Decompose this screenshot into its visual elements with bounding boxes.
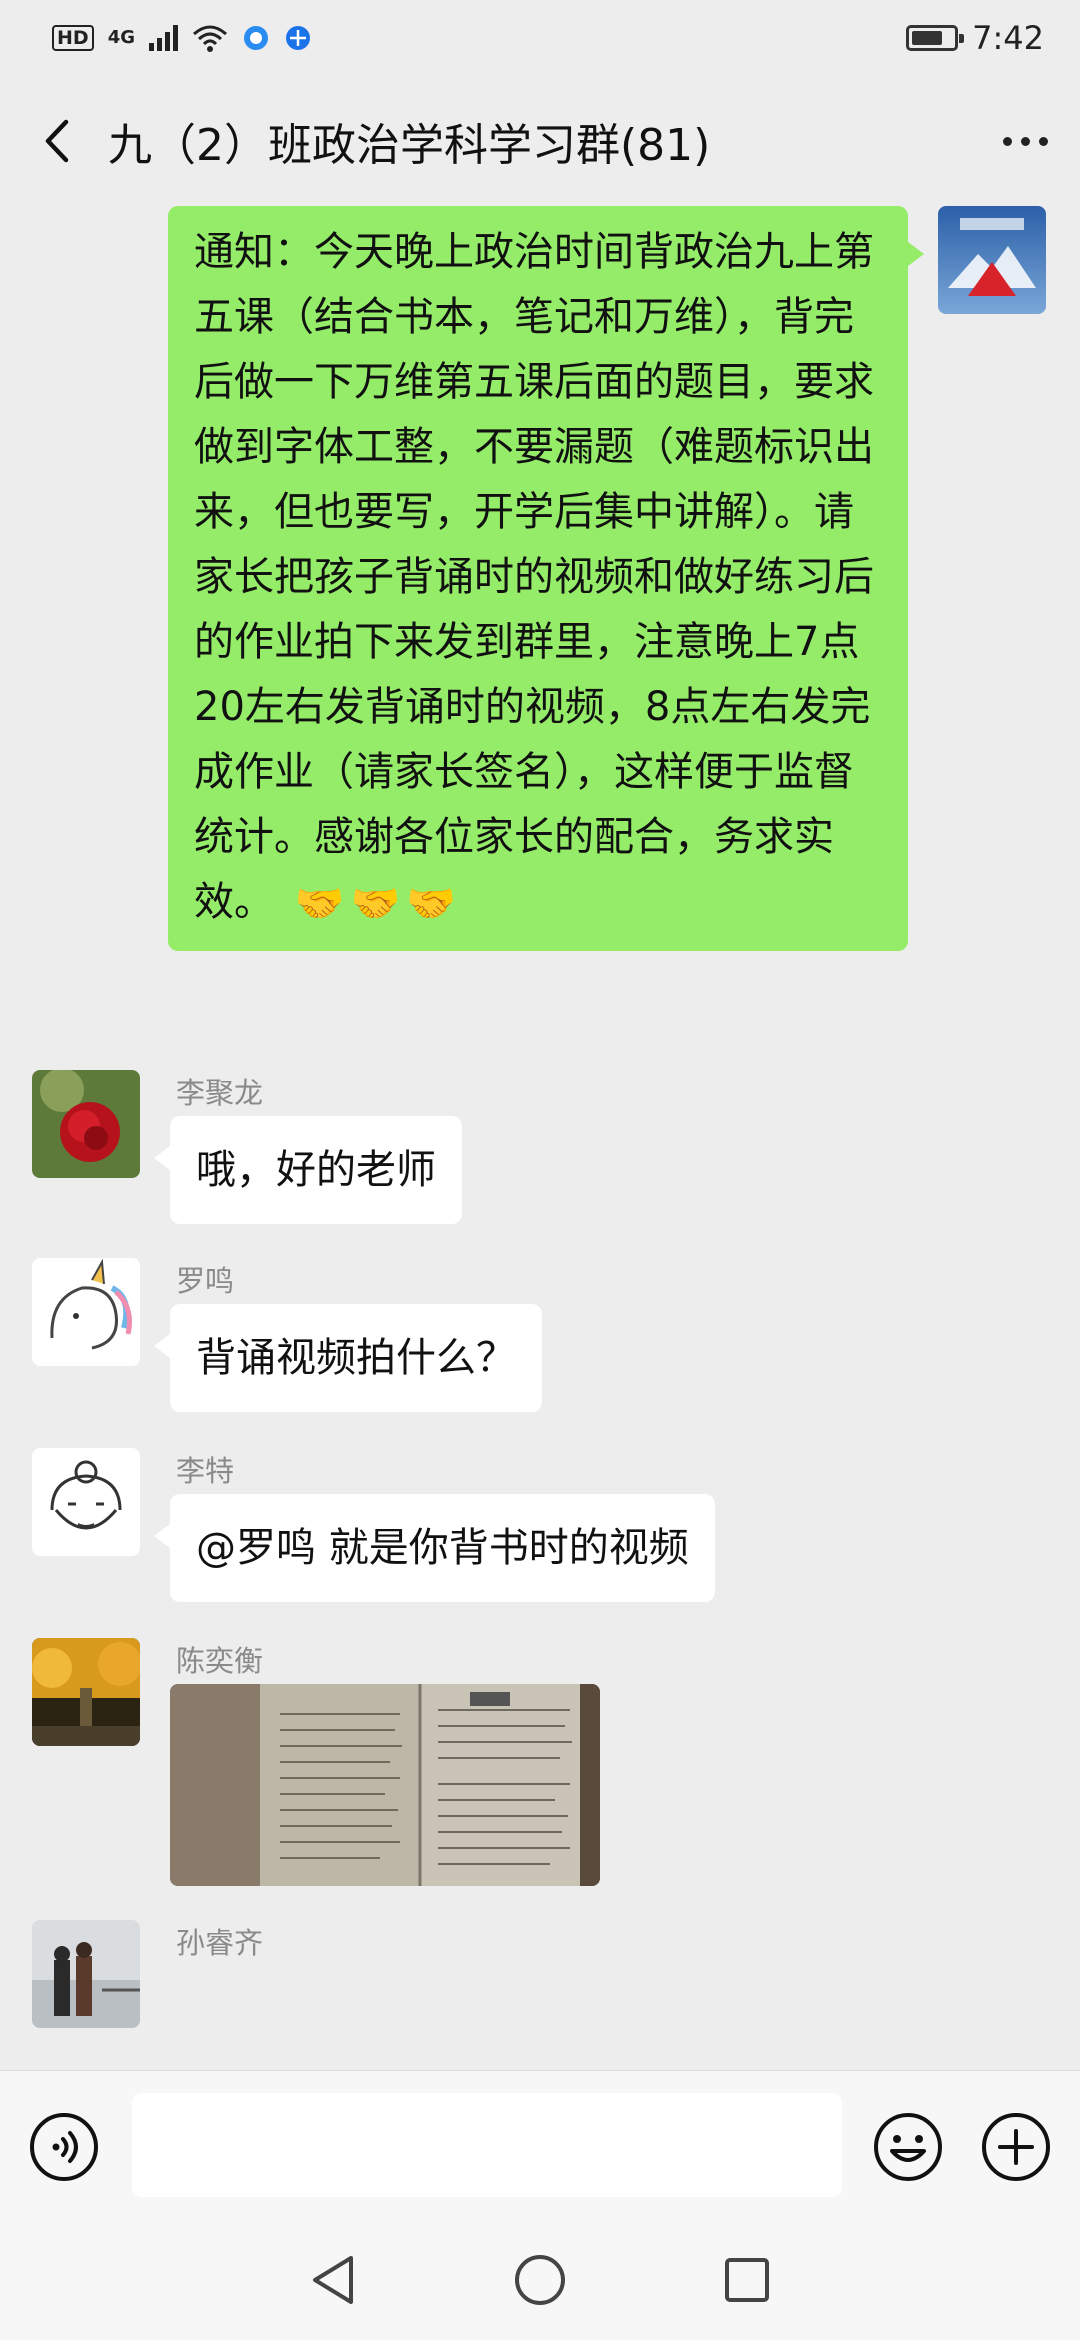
back-button[interactable] <box>8 76 108 206</box>
system-navigation-bar <box>0 2220 1080 2340</box>
avatar-self[interactable] <box>938 206 1046 314</box>
image-message[interactable] <box>170 1684 600 1886</box>
voice-icon <box>30 2113 98 2181</box>
message-text: 背诵视频拍什么？ <box>196 1335 516 1381</box>
plus-icon <box>982 2113 1050 2181</box>
status-left: HD 4G <box>52 24 312 52</box>
handshake-emoji: 🤝 <box>406 880 457 927</box>
system-home-button[interactable] <box>510 2250 570 2310</box>
signal-icon <box>149 25 178 51</box>
handshake-emoji: 🤝 <box>350 880 401 927</box>
emoji-button[interactable] <box>872 2111 944 2183</box>
message-bubble-incoming[interactable]: 哦，好的老师 <box>154 1116 462 1224</box>
app-notification-icon <box>244 26 268 50</box>
system-recent-button[interactable] <box>717 2250 777 2310</box>
message-bubble-incoming[interactable]: 背诵视频拍什么？ <box>154 1304 542 1412</box>
chat-input-bar <box>0 2070 1080 2220</box>
wifi-icon <box>193 25 227 52</box>
handshake-emoji-group: 🤝 🤝 🤝 <box>295 872 456 937</box>
browser-notification-icon <box>286 26 310 50</box>
message-bubble-outgoing[interactable]: 通知：今天晚上政治时间背政治九上第五课（结合书本，笔记和万维），背完后做一下万维… <box>168 206 924 951</box>
chat-header: 九（2）班政治学科学习群(81) <box>0 76 1080 206</box>
clock: 7:42 <box>972 19 1044 57</box>
avatar-sender[interactable] <box>32 1638 140 1746</box>
avatar-sender[interactable] <box>32 1070 140 1178</box>
system-back-button[interactable] <box>303 2250 363 2310</box>
network-indicator: 4G <box>107 27 135 48</box>
sender-name: 李聚龙 <box>176 1076 264 1110</box>
sender-name: 陈奕衡 <box>176 1644 264 1678</box>
avatar-sender[interactable] <box>32 1448 140 1556</box>
more-dots-icon <box>1002 136 1012 146</box>
chat-title: 九（2）班政治学科学习群(81) <box>108 120 711 171</box>
sender-name: 孙睿齐 <box>176 1926 264 1960</box>
avatar-sender[interactable] <box>32 1258 140 1366</box>
message-list[interactable]: 通知：今天晚上政治时间背政治九上第五课（结合书本，笔记和万维），背完后做一下万维… <box>0 206 1080 2070</box>
circle-home-icon <box>514 2255 565 2305</box>
hd-indicator: HD <box>52 25 94 51</box>
message-text: @罗鸣 就是你背书时的视频 <box>196 1525 689 1571</box>
battery-icon <box>906 25 965 51</box>
status-right: 7:42 <box>906 19 1044 57</box>
handshake-emoji: 🤝 <box>294 880 345 927</box>
sender-name: 罗鸣 <box>176 1264 235 1298</box>
message-bubble-incoming[interactable]: @罗鸣 就是你背书时的视频 <box>154 1494 715 1602</box>
voice-button[interactable] <box>28 2111 100 2183</box>
emoji-icon <box>874 2113 942 2181</box>
message-text: 通知：今天晚上政治时间背政治九上第五课（结合书本，笔记和万维），背完后做一下万维… <box>194 229 874 925</box>
chevron-left-icon <box>45 119 69 163</box>
square-recent-icon <box>724 2258 769 2302</box>
triangle-back-icon <box>313 2256 354 2304</box>
sender-name: 李特 <box>176 1454 235 1488</box>
photo-thumbnail <box>170 1684 600 1886</box>
status-bar: HD 4G 7:42 <box>0 0 1080 76</box>
message-input[interactable] <box>132 2093 842 2197</box>
message-text: 哦，好的老师 <box>196 1147 436 1193</box>
more-functions-button[interactable] <box>980 2111 1052 2183</box>
more-button[interactable] <box>970 76 1080 206</box>
avatar-sender[interactable] <box>32 1920 140 2028</box>
